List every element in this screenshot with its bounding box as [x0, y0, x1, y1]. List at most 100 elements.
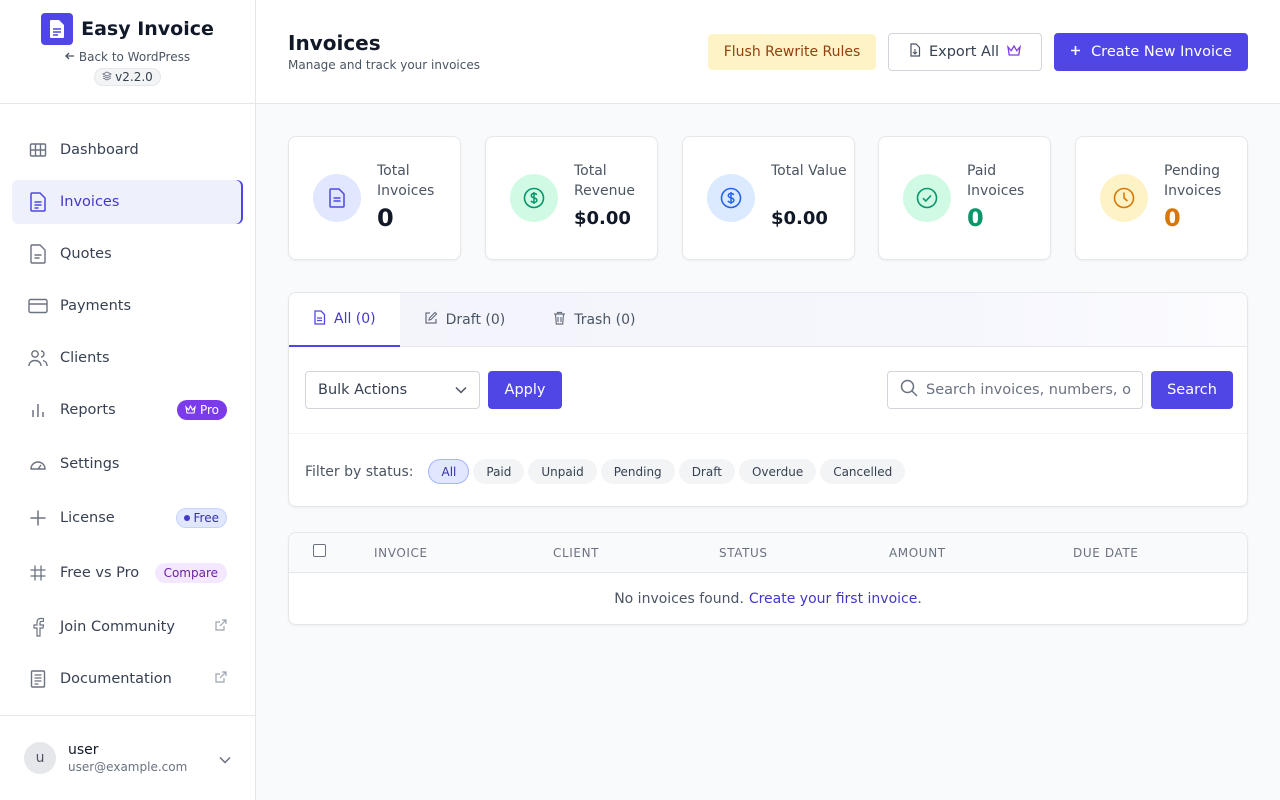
document-icon	[28, 192, 48, 212]
sidebar-item-license[interactable]: License Free	[12, 496, 243, 540]
status-tabs: All (0) Draft (0) Trash (0)	[289, 293, 1247, 347]
invoice-filter-panel: All (0) Draft (0) Trash (0) Bulk Actions…	[288, 292, 1248, 507]
user-name: user	[68, 742, 99, 758]
stat-label: Total Value	[771, 163, 847, 179]
create-new-invoice-label: Create New Invoice	[1091, 44, 1232, 60]
search-icon	[900, 379, 918, 401]
status-filter-bar: Filter by status: All Paid Unpaid Pendin…	[305, 459, 909, 484]
filter-chip-pending[interactable]: Pending	[600, 459, 675, 484]
sidebar-item-label: Clients	[60, 350, 110, 366]
flush-rewrite-rules-button[interactable]: Flush Rewrite Rules	[708, 34, 876, 70]
create-new-invoice-button[interactable]: Create New Invoice	[1054, 33, 1248, 71]
create-first-invoice-link[interactable]: Create your first invoice	[749, 591, 918, 607]
free-badge: Free	[175, 508, 227, 528]
table-header: INVOICE CLIENT STATUS AMOUNT DUE DATE	[289, 533, 1247, 573]
export-all-button[interactable]: Export All	[888, 33, 1042, 71]
stat-value: 0	[377, 204, 394, 232]
sidebar-item-settings[interactable]: Settings	[12, 442, 243, 486]
stat-card-total-value: Total Value $0.00	[682, 136, 855, 260]
pro-badge-label: Pro	[199, 403, 219, 417]
column-header-status[interactable]: STATUS	[719, 546, 768, 560]
external-link-icon	[214, 618, 227, 636]
back-to-wordpress-link[interactable]: Back to WordPress	[64, 50, 191, 64]
tab-draft[interactable]: Draft (0)	[400, 293, 530, 347]
filter-chip-draft[interactable]: Draft	[678, 459, 735, 484]
brand-header: Easy Invoice Back to WordPress v2.2.0	[0, 0, 255, 104]
tab-all[interactable]: All (0)	[289, 293, 400, 347]
search-field[interactable]	[887, 371, 1143, 409]
user-info: user user@example.com	[68, 742, 219, 774]
search-button[interactable]: Search	[1151, 371, 1233, 409]
credit-card-icon	[28, 296, 48, 316]
filter-chip-all[interactable]: All	[428, 459, 470, 484]
invoice-table: INVOICE CLIENT STATUS AMOUNT DUE DATE No…	[288, 532, 1248, 625]
avatar: u	[24, 742, 56, 774]
back-link-label: Back to WordPress	[78, 50, 191, 64]
bulk-toolbar: Bulk Actions Apply Search	[289, 347, 1247, 434]
search-input[interactable]	[926, 382, 1131, 398]
sidebar-item-join-community[interactable]: Join Community	[12, 605, 243, 649]
column-header-client[interactable]: CLIENT	[553, 546, 599, 560]
sidebar-item-dashboard[interactable]: Dashboard	[12, 128, 243, 172]
crown-icon	[1007, 44, 1022, 60]
user-menu[interactable]: u user user@example.com	[0, 715, 255, 800]
column-header-due-date[interactable]: DUE DATE	[1073, 546, 1138, 560]
filter-chip-paid[interactable]: Paid	[473, 459, 525, 484]
book-icon	[28, 669, 48, 689]
select-all-checkbox[interactable]	[313, 544, 326, 557]
stat-value: 0	[967, 204, 984, 232]
stat-label: Total Invoices	[377, 163, 435, 199]
version-badge: v2.2.0	[94, 68, 161, 86]
sidebar-item-reports[interactable]: Reports Pro	[12, 388, 243, 432]
export-all-label: Export All	[928, 44, 1000, 60]
tab-label: All (0)	[334, 311, 376, 327]
sidebar-item-free-vs-pro[interactable]: Free vs Pro Compare	[12, 551, 243, 595]
document-icon	[313, 309, 326, 329]
sidebar-item-clients[interactable]: Clients	[12, 336, 243, 380]
bulk-actions-select[interactable]: Bulk Actions	[305, 371, 480, 409]
document-icon	[313, 174, 361, 222]
stat-value: $0.00	[574, 208, 631, 229]
external-link-icon	[214, 670, 227, 688]
filter-chip-cancelled[interactable]: Cancelled	[820, 459, 906, 484]
trash-icon	[553, 311, 566, 329]
brand-name: Easy Invoice	[81, 18, 214, 40]
sidebar-item-payments[interactable]: Payments	[12, 284, 243, 328]
stat-label: Paid Invoices	[967, 163, 1025, 199]
stat-card-paid-invoices: Paid Invoices 0	[878, 136, 1051, 260]
tab-trash[interactable]: Trash (0)	[529, 293, 659, 347]
stat-card-total-invoices: Total Invoices 0	[288, 136, 461, 260]
bulk-actions-value: Bulk Actions	[318, 382, 408, 398]
sidebar-item-label: Quotes	[60, 246, 112, 262]
grid-icon	[28, 140, 48, 160]
filter-chip-unpaid[interactable]: Unpaid	[528, 459, 597, 484]
stat-value: 0	[1164, 204, 1181, 232]
sidebar-item-label: License	[60, 510, 115, 526]
sidebar-item-quotes[interactable]: Quotes	[12, 232, 243, 276]
dollar-circle-icon	[510, 174, 558, 222]
invoice-logo-icon	[41, 13, 74, 45]
stat-label: Pending Invoices	[1164, 163, 1222, 199]
brand-row[interactable]: Easy Invoice	[0, 13, 255, 45]
plus-icon	[1070, 44, 1081, 60]
sidebar-item-label: Payments	[60, 298, 132, 314]
version-label: v2.2.0	[115, 70, 153, 84]
sidebar-item-label: Join Community	[60, 619, 175, 635]
chevron-down-icon[interactable]	[219, 749, 231, 768]
stat-card-pending-invoices: Pending Invoices 0	[1075, 136, 1248, 260]
tab-label: Draft (0)	[445, 312, 506, 328]
empty-state-row: No invoices found. Create your first inv…	[614, 591, 922, 607]
sidebar-item-documentation[interactable]: Documentation	[12, 657, 243, 701]
column-header-amount[interactable]: AMOUNT	[889, 546, 946, 560]
sparkle-icon	[28, 508, 48, 528]
column-header-invoice[interactable]: INVOICE	[374, 546, 428, 560]
check-circle-icon	[903, 174, 951, 222]
apply-button[interactable]: Apply	[488, 371, 562, 409]
arrow-left-icon	[64, 50, 75, 64]
sidebar-item-invoices[interactable]: Invoices	[12, 180, 243, 224]
quote-document-icon	[28, 244, 48, 264]
chevron-down-icon	[455, 382, 467, 398]
edit-icon	[424, 311, 438, 329]
filter-chip-overdue[interactable]: Overdue	[738, 459, 817, 484]
page-subtitle: Manage and track your invoices	[288, 58, 480, 72]
